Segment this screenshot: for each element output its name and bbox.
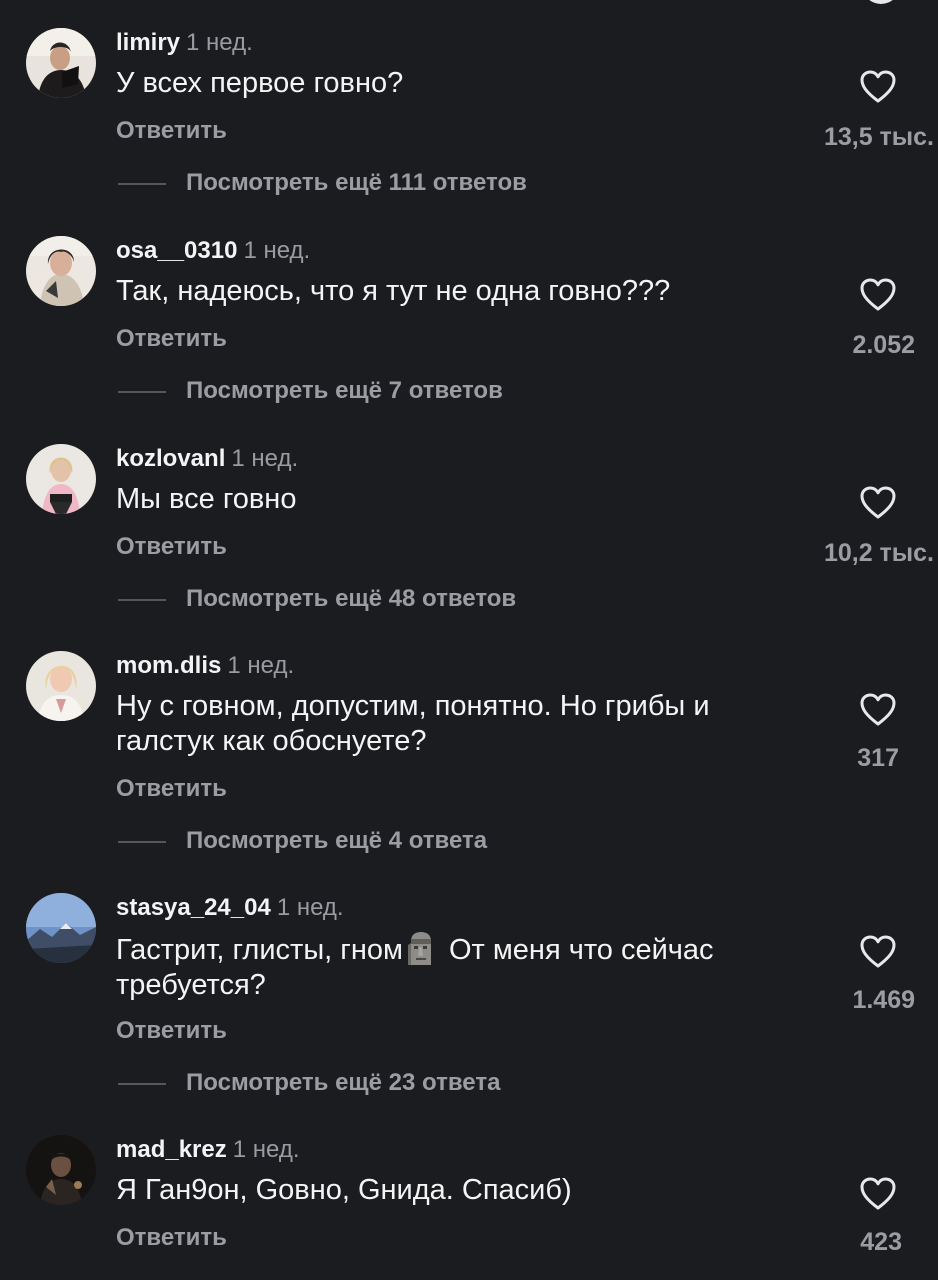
replies-divider-line — [118, 391, 166, 393]
comment-meta: mom.dlis 1 нед. — [116, 651, 294, 681]
reply-button[interactable]: Ответить — [116, 116, 227, 146]
replies-divider-line — [118, 841, 166, 843]
comment-item: stasya_24_04 1 нед. Гастрит, глисты, гном… — [0, 893, 938, 1103]
like-button[interactable] — [840, 486, 916, 526]
heart-outline-icon — [860, 935, 896, 968]
comment-time: 1 нед. — [232, 1136, 300, 1163]
heart-outline-icon — [860, 486, 896, 519]
avatar[interactable] — [26, 444, 96, 514]
comment-meta: osa__0310 1 нед. — [116, 236, 310, 266]
like-count: 2.052 — [852, 331, 915, 359]
comment-text: У всех первое говно? — [116, 67, 404, 99]
comment-time: 1 нед. — [186, 29, 253, 56]
reply-button[interactable]: Ответить — [116, 324, 227, 354]
comment-username[interactable]: kozlovanl — [116, 445, 225, 472]
like-count: 10,2 тыс. — [823, 539, 934, 567]
like-count: 1.469 — [852, 986, 915, 1014]
avatar[interactable] — [26, 236, 96, 306]
comments-screen: limiry 1 нед. У всех первое говно? Ответи… — [0, 0, 938, 1280]
comment-username[interactable]: osa__0310 — [116, 237, 237, 264]
comment-meta: stasya_24_04 1 нед. — [116, 893, 344, 923]
replies-divider-line — [118, 183, 166, 185]
like-button[interactable] — [840, 70, 916, 110]
comment-item: kozlovanl 1 нед. Мы все говно Ответить По… — [0, 444, 938, 624]
view-more-replies-button[interactable]: Посмотреть ещё 48 ответов — [118, 584, 578, 614]
heart-outline-icon — [860, 70, 896, 103]
view-more-replies-button[interactable]: Посмотреть ещё 4 ответа — [118, 826, 548, 856]
heart-outline-icon — [860, 1177, 896, 1210]
replies-divider-line — [118, 599, 166, 601]
comment-text-part: Гастрит, глисты, гном — [116, 934, 403, 966]
heart-outline-icon — [860, 693, 896, 726]
comment-item: osa__0310 1 нед. Так, надеюсь, что я тут … — [0, 236, 938, 416]
comment-username[interactable]: mom.dlis — [116, 652, 221, 679]
like-button[interactable] — [840, 935, 916, 975]
view-more-replies-label: Посмотреть ещё 111 ответов — [186, 169, 527, 196]
comment-meta: kozlovanl 1 нед. — [116, 444, 298, 474]
moai-emoji — [407, 932, 431, 965]
view-more-replies-label: Посмотреть ещё 7 ответов — [186, 377, 503, 404]
avatar[interactable] — [26, 651, 96, 721]
like-count: 13,5 тыс. — [823, 123, 934, 151]
view-more-replies-label: Посмотреть ещё 23 ответа — [186, 1069, 501, 1096]
like-count: 317 — [857, 744, 899, 772]
view-more-replies-label: Посмотреть ещё 4 ответа — [186, 827, 488, 854]
circle-icon[interactable] — [862, 0, 900, 4]
comment-time: 1 нед. — [231, 445, 299, 472]
avatar[interactable] — [26, 28, 96, 98]
comment-text: Ну с говном, допустим, понятно. Но грибы… — [116, 690, 710, 757]
comment-meta: mad_krez 1 нед. — [116, 1135, 300, 1165]
like-button[interactable] — [840, 278, 916, 318]
comment-time: 1 нед. — [227, 652, 295, 679]
comment-text: Гастрит, глисты, гном От меня что сейчас… — [116, 931, 806, 1003]
view-more-replies-button[interactable]: Посмотреть ещё 23 ответа — [118, 1068, 558, 1098]
reply-button[interactable]: Ответить — [116, 532, 227, 562]
comment-text: Мы все говно — [116, 483, 297, 515]
view-more-replies-button[interactable]: Посмотреть ещё 111 ответов — [118, 168, 588, 198]
heart-outline-icon — [860, 278, 896, 311]
avatar[interactable] — [26, 893, 96, 963]
comment-item: limiry 1 нед. У всех первое говно? Ответи… — [0, 28, 938, 208]
reply-button[interactable]: Ответить — [116, 1016, 227, 1046]
reply-button[interactable]: Ответить — [116, 774, 227, 804]
comment-item: mom.dlis 1 нед. Ну с говном, допустим, по… — [0, 651, 938, 861]
comment-text: Так, надеюсь, что я тут не одна говно??? — [116, 275, 671, 307]
comment-username[interactable]: stasya_24_04 — [116, 894, 271, 921]
comment-username[interactable]: limiry — [116, 29, 180, 56]
comment-time: 1 нед. — [243, 237, 311, 264]
reply-button[interactable]: Ответить — [116, 1223, 227, 1253]
comment-text: Я Ган9он, Gовно, Gнида. Спасиб) — [116, 1174, 572, 1206]
view-more-replies-button[interactable]: Посмотреть ещё 7 ответов — [118, 376, 578, 406]
comment-item: mad_krez 1 нед. Я Ган9он, Gовно, Gнида. С… — [0, 1135, 938, 1265]
replies-divider-line — [118, 1083, 166, 1085]
avatar[interactable] — [26, 1135, 96, 1205]
comment-meta: limiry 1 нед. — [116, 28, 253, 58]
like-count: 423 — [860, 1228, 902, 1256]
comment-time: 1 нед. — [276, 894, 344, 921]
like-button[interactable] — [840, 693, 916, 733]
like-button[interactable] — [840, 1177, 916, 1217]
view-more-replies-label: Посмотреть ещё 48 ответов — [186, 585, 517, 612]
comment-username[interactable]: mad_krez — [116, 1136, 227, 1163]
